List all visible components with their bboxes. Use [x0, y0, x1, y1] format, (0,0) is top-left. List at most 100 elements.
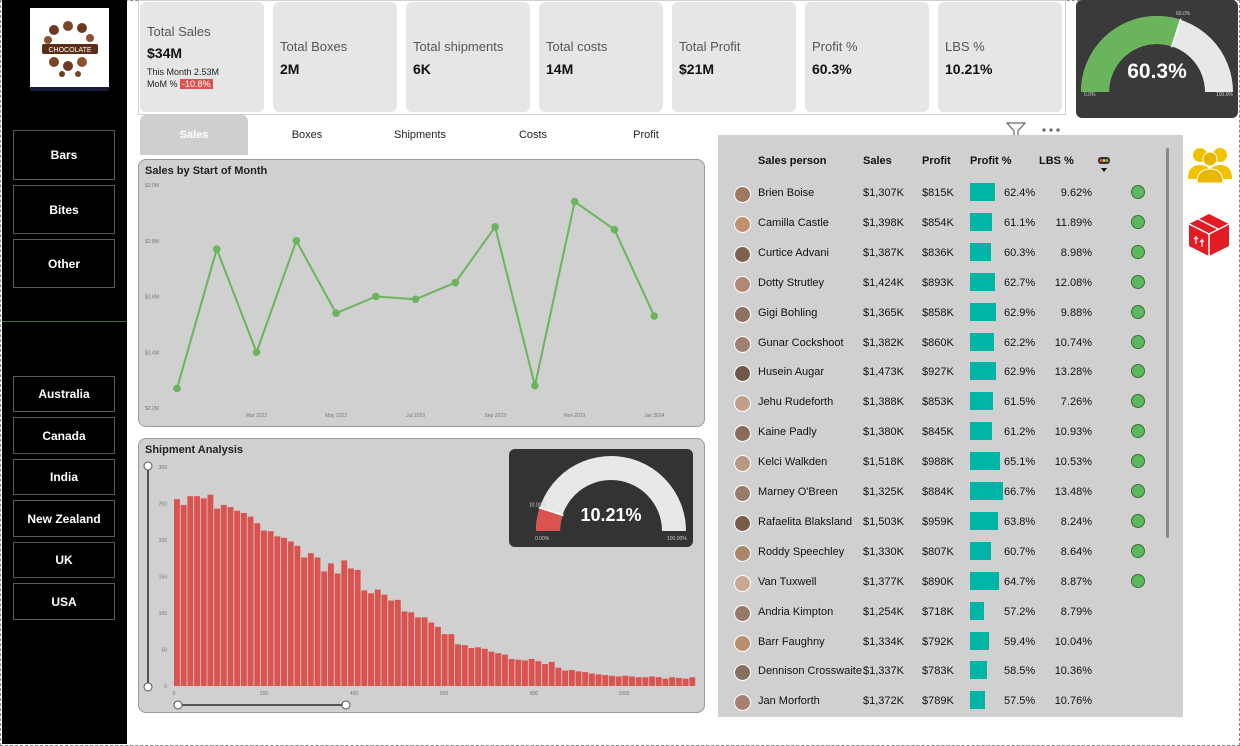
histogram-bar[interactable] [361, 590, 368, 686]
data-point[interactable] [292, 236, 301, 245]
histogram-bar[interactable] [180, 504, 187, 686]
country-button-india[interactable]: India [13, 459, 115, 495]
histogram-bar[interactable] [508, 658, 515, 686]
histogram-bar[interactable] [327, 563, 334, 686]
histogram-bar[interactable] [575, 671, 582, 686]
histogram-bar[interactable] [307, 553, 314, 686]
histogram-bar[interactable] [555, 667, 562, 686]
histogram-bar[interactable] [522, 660, 528, 686]
histogram-bar[interactable] [448, 634, 455, 686]
histogram-bar[interactable] [481, 648, 488, 686]
histogram-bar[interactable] [294, 545, 301, 686]
tab-boxes[interactable]: Boxes [253, 115, 361, 155]
data-point[interactable] [252, 348, 261, 357]
table-row[interactable]: Kaine Padly $1,380K $845K 61.2% 10.93% [728, 419, 1158, 449]
histogram-bar[interactable] [287, 541, 294, 686]
status-header-icon[interactable] [1097, 155, 1111, 173]
histogram-bar[interactable] [214, 508, 221, 686]
table-row[interactable]: Roddy Speechley $1,330K $807K 60.7% 8.64% [728, 539, 1158, 569]
histogram-bar[interactable] [314, 557, 321, 686]
header-profit[interactable]: Profit [922, 155, 951, 167]
data-point[interactable] [212, 245, 221, 253]
histogram-bar[interactable] [394, 599, 401, 686]
histogram-bar[interactable] [401, 611, 408, 686]
histogram-bar[interactable] [488, 651, 495, 686]
histogram-bar[interactable] [542, 664, 548, 686]
histogram-bar[interactable] [562, 670, 569, 686]
histogram-bar[interactable] [649, 676, 656, 686]
table-row[interactable]: Gigi Bohling $1,365K $858K 62.9% 9.88% [728, 300, 1158, 330]
histogram-bar[interactable] [220, 504, 227, 686]
table-row[interactable]: Gunar Cockshoot $1,382K $860K 62.2% 10.74% [728, 330, 1158, 360]
table-row[interactable]: Marney O'Breen $1,325K $884K 66.7% 13.48% [728, 479, 1158, 509]
histogram-bar[interactable] [609, 675, 615, 686]
histogram-bar[interactable] [334, 573, 341, 686]
data-point[interactable] [531, 381, 539, 390]
tab-sales[interactable]: Sales [140, 115, 248, 155]
histogram-bar[interactable] [207, 494, 214, 686]
table-row[interactable]: Jehu Rudeforth $1,388K $853K 61.5% 7.26% [728, 389, 1158, 419]
tab-shipments[interactable]: Shipments [366, 115, 474, 155]
category-button-bites[interactable]: Bites [13, 185, 115, 234]
histogram-bar[interactable] [281, 537, 287, 686]
histogram-bar[interactable] [689, 677, 696, 686]
data-point[interactable] [411, 295, 420, 304]
histogram-bar[interactable] [234, 510, 241, 686]
histogram-bar[interactable] [321, 571, 328, 686]
histogram-bar[interactable] [341, 560, 348, 686]
histogram-bar[interactable] [461, 645, 468, 686]
tab-costs[interactable]: Costs [479, 115, 587, 155]
table-row[interactable]: Brien Boise $1,307K $815K 62.4% 9.62% [728, 180, 1158, 210]
country-button-new-zealand[interactable]: New Zealand [13, 500, 115, 537]
histogram-bar[interactable] [548, 661, 555, 686]
histogram-bar[interactable] [582, 672, 589, 686]
data-point[interactable] [491, 223, 499, 231]
histogram-bar[interactable] [501, 654, 508, 686]
histogram-bar[interactable] [408, 612, 415, 686]
table-row[interactable]: Curtice Advani $1,387K $836K 60.3% 8.98% [728, 240, 1158, 270]
histogram-bar[interactable] [629, 676, 635, 686]
data-point[interactable] [372, 292, 380, 301]
data-point[interactable] [451, 278, 460, 287]
table-row[interactable]: Dotty Strutley $1,424K $893K 62.7% 12.08% [728, 270, 1158, 300]
histogram-bar[interactable] [535, 661, 542, 686]
histogram-bar[interactable] [588, 673, 595, 686]
histogram-bar[interactable] [301, 557, 308, 686]
tab-profit[interactable]: Profit [592, 115, 700, 155]
histogram-bar[interactable] [428, 622, 435, 686]
histogram-bar[interactable] [515, 659, 522, 686]
histogram-bar[interactable] [247, 516, 254, 686]
histogram-bar[interactable] [240, 512, 247, 686]
table-row[interactable]: Camilla Castle $1,398K $854K 61.1% 11.89% [728, 210, 1158, 240]
histogram-bar[interactable] [615, 676, 622, 686]
header-lbs-pct[interactable]: LBS % [1039, 155, 1074, 167]
table-row[interactable]: Dennison Crosswaite $1,337K $783K 58.5% 10.3… [728, 658, 1158, 688]
histogram-bar[interactable] [642, 677, 649, 686]
histogram-bar[interactable] [682, 678, 689, 686]
histogram-bar[interactable] [568, 669, 575, 686]
histogram-bar[interactable] [368, 593, 374, 686]
histogram-bar[interactable] [669, 677, 676, 686]
y-range-slider-handle-bottom[interactable] [143, 682, 153, 692]
histogram-bar[interactable] [200, 498, 207, 686]
country-button-australia[interactable]: Australia [13, 376, 115, 412]
histogram-bar[interactable] [468, 648, 475, 686]
histogram-bar[interactable] [254, 523, 261, 686]
histogram-bar[interactable] [528, 658, 535, 686]
x-range-slider-handle-right[interactable] [341, 700, 351, 710]
histogram-bar[interactable] [595, 674, 602, 686]
histogram-bar[interactable] [381, 594, 388, 686]
header-sales[interactable]: Sales [863, 155, 892, 167]
data-point[interactable] [650, 312, 659, 320]
histogram-bar[interactable] [441, 634, 448, 686]
category-button-bars[interactable]: Bars [13, 130, 115, 180]
table-row[interactable]: Van Tuxwell $1,377K $890K 64.7% 8.87% [728, 569, 1158, 599]
histogram-bar[interactable] [455, 644, 461, 686]
histogram-bar[interactable] [174, 499, 180, 686]
histogram-bar[interactable] [662, 678, 669, 686]
histogram-bar[interactable] [675, 677, 682, 686]
table-row[interactable]: Jan Morforth $1,372K $789K 57.5% 10.76% [728, 688, 1158, 718]
histogram-bar[interactable] [622, 675, 629, 686]
histogram-bar[interactable] [374, 589, 381, 686]
category-button-other[interactable]: Other [13, 239, 115, 288]
